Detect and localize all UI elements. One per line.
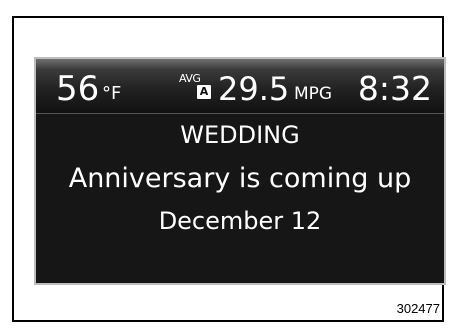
outside-temperature: 56: [56, 69, 100, 109]
reminder-title: WEDDING: [180, 121, 300, 149]
trip-a-badge: A: [197, 85, 211, 99]
figure-number: 302477: [396, 301, 440, 316]
reminder-message: Anniversary is coming up: [68, 163, 412, 194]
fuel-economy-unit: MPG: [294, 84, 333, 104]
clock: 8:32: [357, 69, 432, 108]
reminder-date: December 12: [158, 207, 322, 235]
multi-function-display: 56 °F AVG A 29.5 MPG 8:32 WEDDING Annive…: [34, 57, 446, 285]
average-indicator: AVG A: [179, 72, 215, 106]
fuel-economy-value: 29.5: [218, 70, 290, 108]
status-bar: 56 °F AVG A 29.5 MPG 8:32: [36, 59, 444, 114]
avg-label: AVG: [179, 72, 201, 85]
temperature-unit: °F: [102, 83, 122, 104]
